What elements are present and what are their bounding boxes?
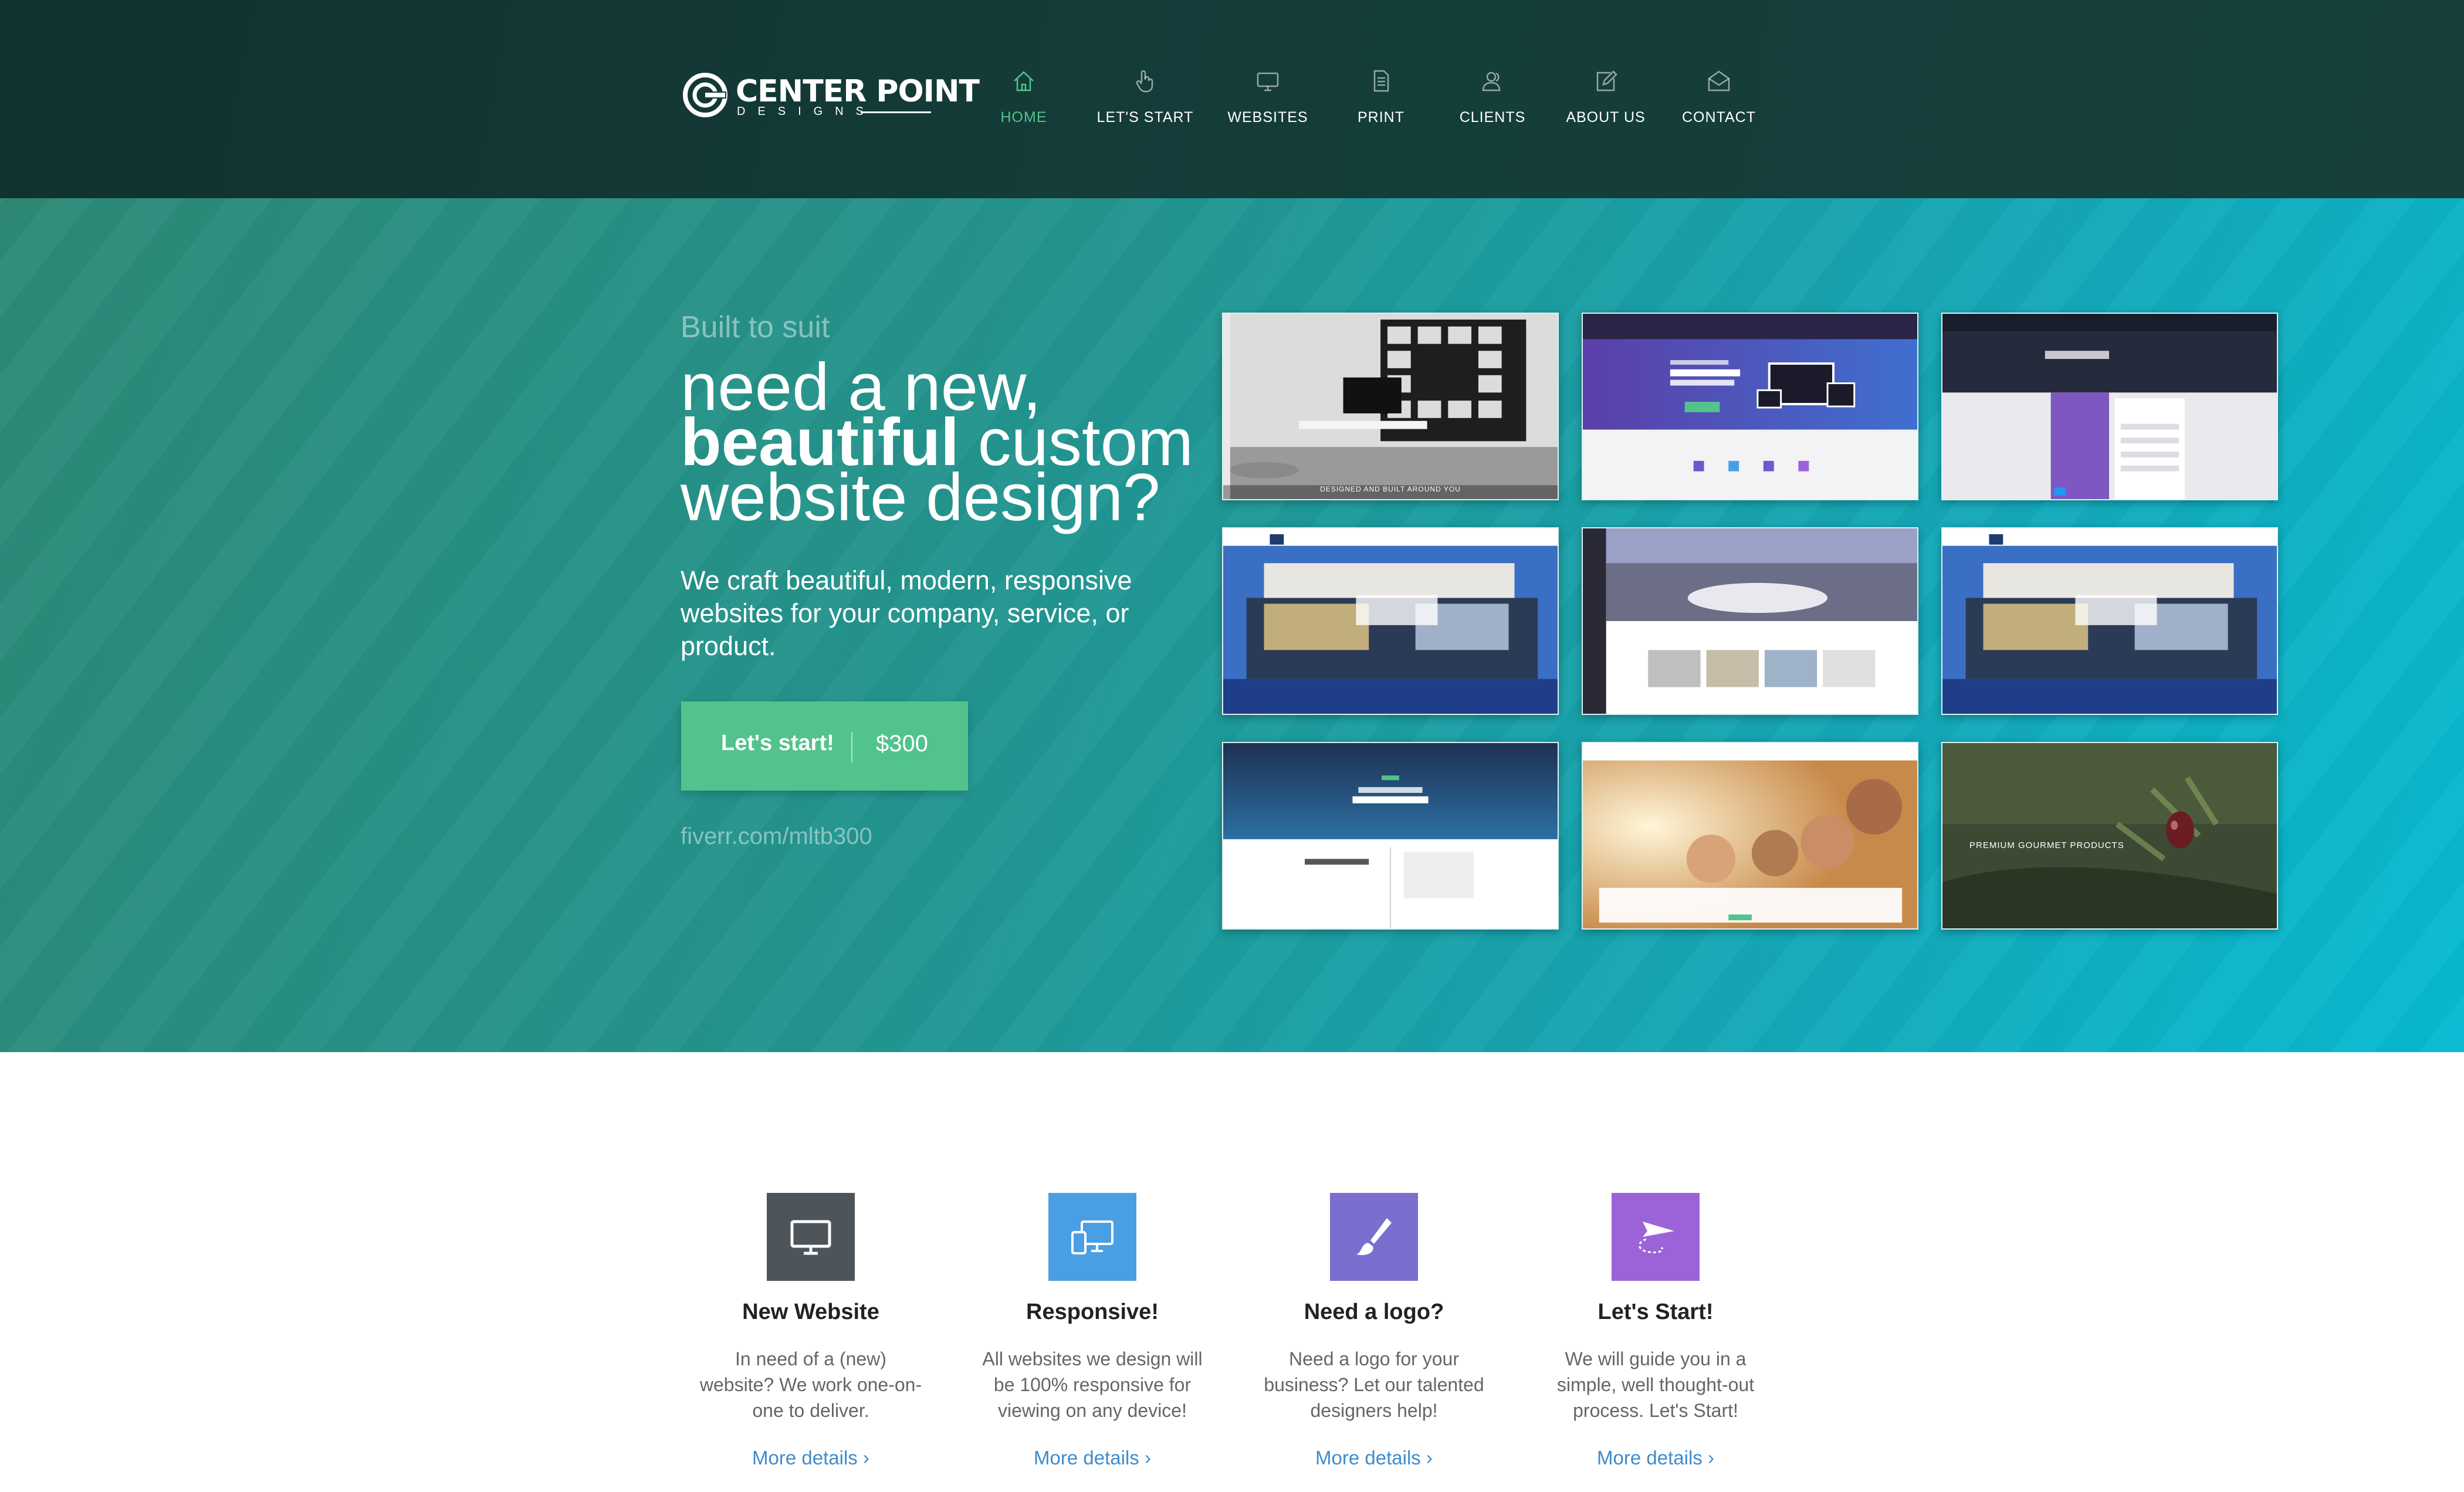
friends-selfie-image: [1583, 743, 1917, 928]
thumb-1-caption: DESIGNED AND BUILT AROUND YOU: [1320, 485, 1461, 493]
cta-divider: [851, 732, 852, 762]
nav-label: HOME: [1000, 109, 1047, 126]
olive-branch-image: [1942, 743, 2277, 928]
nav-label: PRINT: [1358, 109, 1404, 126]
lounge-interior-image: [1583, 528, 1917, 714]
portfolio-thumb-6[interactable]: [1941, 527, 2278, 715]
document-icon: [1373, 70, 1389, 92]
feature-title: New Website: [742, 1300, 879, 1324]
edit-icon: [1596, 70, 1617, 91]
mail-open-icon: [1708, 70, 1730, 91]
feature-title: Let's Start!: [1597, 1300, 1714, 1324]
feature-title: Responsive!: [1026, 1300, 1159, 1324]
hero-eyebrow: Built to suit: [681, 310, 830, 344]
portfolio-thumb-9[interactable]: PREMIUM GOURMET PRODUCTS: [1941, 742, 2278, 930]
feature-desc: All websites we design will be 100% resp…: [982, 1348, 1203, 1421]
cta-price: $300: [876, 731, 928, 757]
hero-headline: need a new, beautiful custom website des…: [681, 354, 1193, 531]
feature-icon-box: [1330, 1193, 1418, 1281]
feature-desc: We will guide you in a simple, well thou…: [1556, 1348, 1755, 1421]
nav-label: ABOUT US: [1566, 109, 1646, 126]
hero-subtext: We craft beautiful, modern, responsive w…: [681, 565, 1132, 661]
monitor-icon: [1257, 72, 1279, 91]
project-page-mockup-image: [1223, 743, 1558, 928]
modern-house-image: [1223, 528, 1558, 714]
feature-responsive: Responsive! All websites we design will …: [963, 1193, 1221, 1469]
more-details-link[interactable]: More details ›: [752, 1447, 869, 1469]
more-details-link[interactable]: More details ›: [1034, 1447, 1151, 1469]
hand-pointer-icon: [1136, 70, 1153, 93]
main-nav: HOME LET'S START WEBSITES PRINT CLIENTS …: [0, 65, 2464, 129]
nav-label: CLIENTS: [1459, 109, 1526, 126]
nav-item-websites[interactable]: WEBSITES: [1209, 65, 1326, 129]
more-details-link[interactable]: More details ›: [1315, 1447, 1433, 1469]
hero-section: Built to suit need a new, beautiful cust…: [0, 198, 2464, 1052]
site-header: CENTER POINT DESIGNS HOME LET'S START WE…: [0, 0, 2464, 198]
nav-item-about-us[interactable]: ABOUT US: [1547, 65, 1664, 129]
headline-line-3: website design?: [681, 460, 1160, 535]
feature-desc: In need of a (new) website? We work one-…: [699, 1348, 922, 1421]
monitor-icon: [790, 1220, 831, 1255]
portfolio-thumb-3[interactable]: [1941, 313, 2278, 500]
portfolio-thumb-4[interactable]: [1222, 527, 1559, 715]
print-form-mockup-image: [1942, 314, 2277, 499]
feature-title: Need a logo?: [1304, 1300, 1444, 1324]
more-details-link[interactable]: More details ›: [1597, 1447, 1714, 1469]
home-icon: [1014, 71, 1034, 91]
portfolio-thumb-1[interactable]: DESIGNED AND BUILT AROUND YOU: [1222, 313, 1559, 500]
feature-icon-box: [1612, 1193, 1700, 1281]
feature-lets-start: Let's Start! We will guide you in a simp…: [1527, 1193, 1785, 1469]
paper-plane-icon: [1639, 1222, 1674, 1253]
nav-label: WEBSITES: [1227, 109, 1308, 126]
lets-start-button[interactable]: Let's start! $300: [681, 701, 968, 791]
cta-label: Let's start!: [721, 731, 834, 755]
portfolio-thumb-8[interactable]: [1582, 742, 1918, 930]
feature-icon-box: [767, 1193, 855, 1281]
portfolio-thumb-7[interactable]: [1222, 742, 1559, 930]
feature-logo: Need a logo? Need a logo for your busine…: [1245, 1193, 1503, 1469]
feature-desc: Need a logo for your business? Let our t…: [1264, 1348, 1484, 1421]
feature-new-website: New Website In need of a (new) website? …: [682, 1193, 940, 1469]
nav-item-home[interactable]: HOME: [965, 65, 1082, 129]
portfolio-thumb-5[interactable]: [1582, 527, 1918, 715]
portfolio-thumb-2[interactable]: [1582, 313, 1918, 500]
paintbrush-icon: [1356, 1218, 1392, 1256]
devices-icon: [1071, 1220, 1113, 1254]
nav-label: LET'S START: [1096, 109, 1194, 126]
feature-icon-box: [1048, 1193, 1136, 1281]
nav-item-clients[interactable]: CLIENTS: [1434, 65, 1551, 129]
website-mockup-image: [1583, 314, 1917, 499]
users-icon: [1482, 72, 1501, 91]
nav-item-lets-start[interactable]: LET'S START: [1087, 65, 1204, 129]
nav-label: CONTACT: [1682, 109, 1756, 126]
fiverr-link[interactable]: fiverr.com/mltb300: [681, 823, 872, 850]
nav-item-contact[interactable]: CONTACT: [1660, 65, 1778, 129]
interior-room-image: [1223, 314, 1558, 499]
nav-item-print[interactable]: PRINT: [1322, 65, 1440, 129]
modern-house-image: [1942, 528, 2277, 714]
thumb-9-caption: PREMIUM GOURMET PRODUCTS: [1969, 840, 2124, 850]
